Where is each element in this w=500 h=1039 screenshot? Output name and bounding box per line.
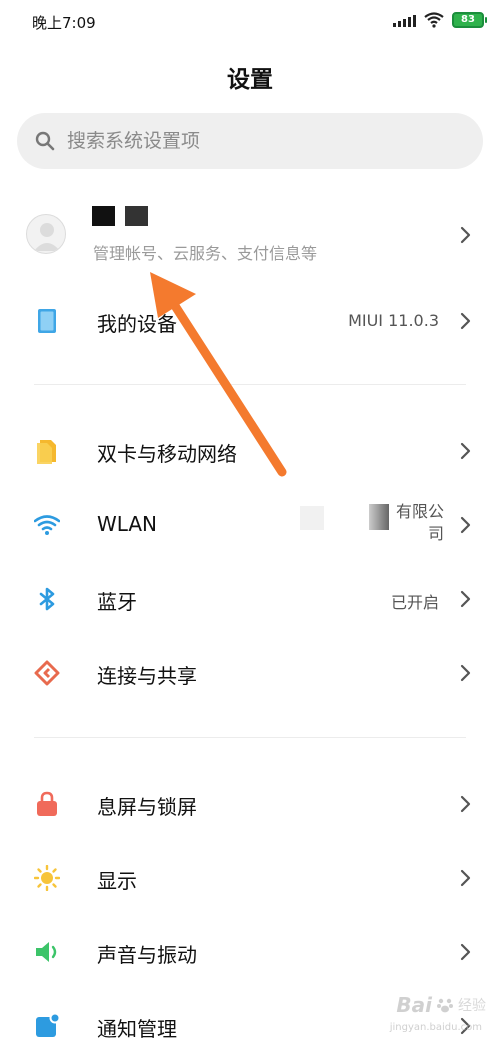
settings-item-label: 连接与共享	[97, 664, 197, 688]
redaction-block	[92, 206, 115, 226]
settings-item-label: 蓝牙	[97, 590, 137, 614]
chevron-right-icon	[460, 442, 471, 460]
settings-item-label: 显示	[97, 869, 137, 893]
redaction-block	[300, 506, 324, 530]
settings-item-label: WLAN	[97, 512, 158, 536]
battery-icon: 83	[452, 12, 487, 28]
chevron-right-icon	[460, 664, 471, 682]
redaction-block	[125, 206, 148, 226]
wifi-icon	[424, 12, 444, 28]
redaction-block	[369, 504, 389, 530]
device-icon	[38, 309, 56, 333]
search-input[interactable]	[67, 123, 467, 159]
settings-item-dual-sim[interactable]: 双卡与移动网络	[0, 414, 500, 488]
settings-item-value: MIUI 11.0.3	[348, 311, 439, 330]
avatar-icon	[26, 214, 66, 254]
settings-item-value: 已开启	[390, 593, 439, 612]
share-icon	[34, 660, 60, 686]
status-time: 晚上7:09	[32, 14, 96, 32]
search-icon	[35, 131, 55, 151]
settings-item-sound-vibration[interactable]: 声音与振动	[0, 915, 500, 989]
signal-icon	[393, 13, 416, 27]
chevron-right-icon	[460, 312, 471, 330]
settings-item-lock-screen[interactable]: 息屏与锁屏	[0, 767, 500, 841]
lock-icon	[37, 791, 57, 816]
wifi-icon	[34, 515, 60, 535]
search-bar[interactable]	[17, 113, 483, 169]
account-subtitle: 管理帐号、云服务、支付信息等	[93, 244, 318, 263]
account-name-redacted	[92, 206, 148, 226]
chevron-right-icon	[460, 943, 471, 961]
status-bar: 晚上7:09 83	[0, 0, 500, 44]
settings-item-my-device[interactable]: 我的设备 MIUI 11.0.3	[0, 284, 500, 358]
settings-item-connection-sharing[interactable]: 连接与共享	[0, 636, 500, 710]
notification-icon	[36, 1013, 60, 1037]
settings-item-label: 声音与振动	[97, 943, 197, 967]
account-row[interactable]: 管理帐号、云服务、支付信息等	[0, 190, 500, 280]
chevron-right-icon	[460, 590, 471, 608]
chevron-right-icon	[460, 869, 471, 887]
settings-item-wlan[interactable]: WLAN 有限公司	[0, 488, 500, 562]
sun-icon	[34, 865, 60, 891]
watermark-text: Bai	[396, 993, 432, 1017]
chevron-right-icon	[460, 226, 471, 244]
chevron-right-icon	[460, 516, 471, 534]
sim-icon	[37, 440, 56, 464]
settings-item-value: 有限公司	[395, 502, 444, 543]
status-icons: 83	[393, 12, 487, 28]
section-divider	[34, 384, 466, 385]
settings-item-label: 通知管理	[97, 1017, 177, 1039]
watermark-url: jingyan.baidu.com	[389, 1022, 482, 1033]
settings-item-bluetooth[interactable]: 蓝牙 已开启	[0, 562, 500, 636]
settings-item-label: 双卡与移动网络	[97, 442, 237, 466]
settings-item-label: 我的设备	[97, 312, 177, 336]
settings-item-display[interactable]: 显示	[0, 841, 500, 915]
section-divider	[34, 737, 466, 738]
page-title: 设置	[227, 67, 273, 93]
chevron-right-icon	[460, 795, 471, 813]
speaker-icon	[36, 942, 57, 962]
bluetooth-icon	[39, 587, 55, 611]
settings-item-label: 息屏与锁屏	[97, 795, 197, 819]
paw-icon	[437, 998, 453, 1013]
watermark-text: 经验	[458, 998, 486, 1014]
watermark-logo: Bai 经验	[396, 993, 486, 1017]
